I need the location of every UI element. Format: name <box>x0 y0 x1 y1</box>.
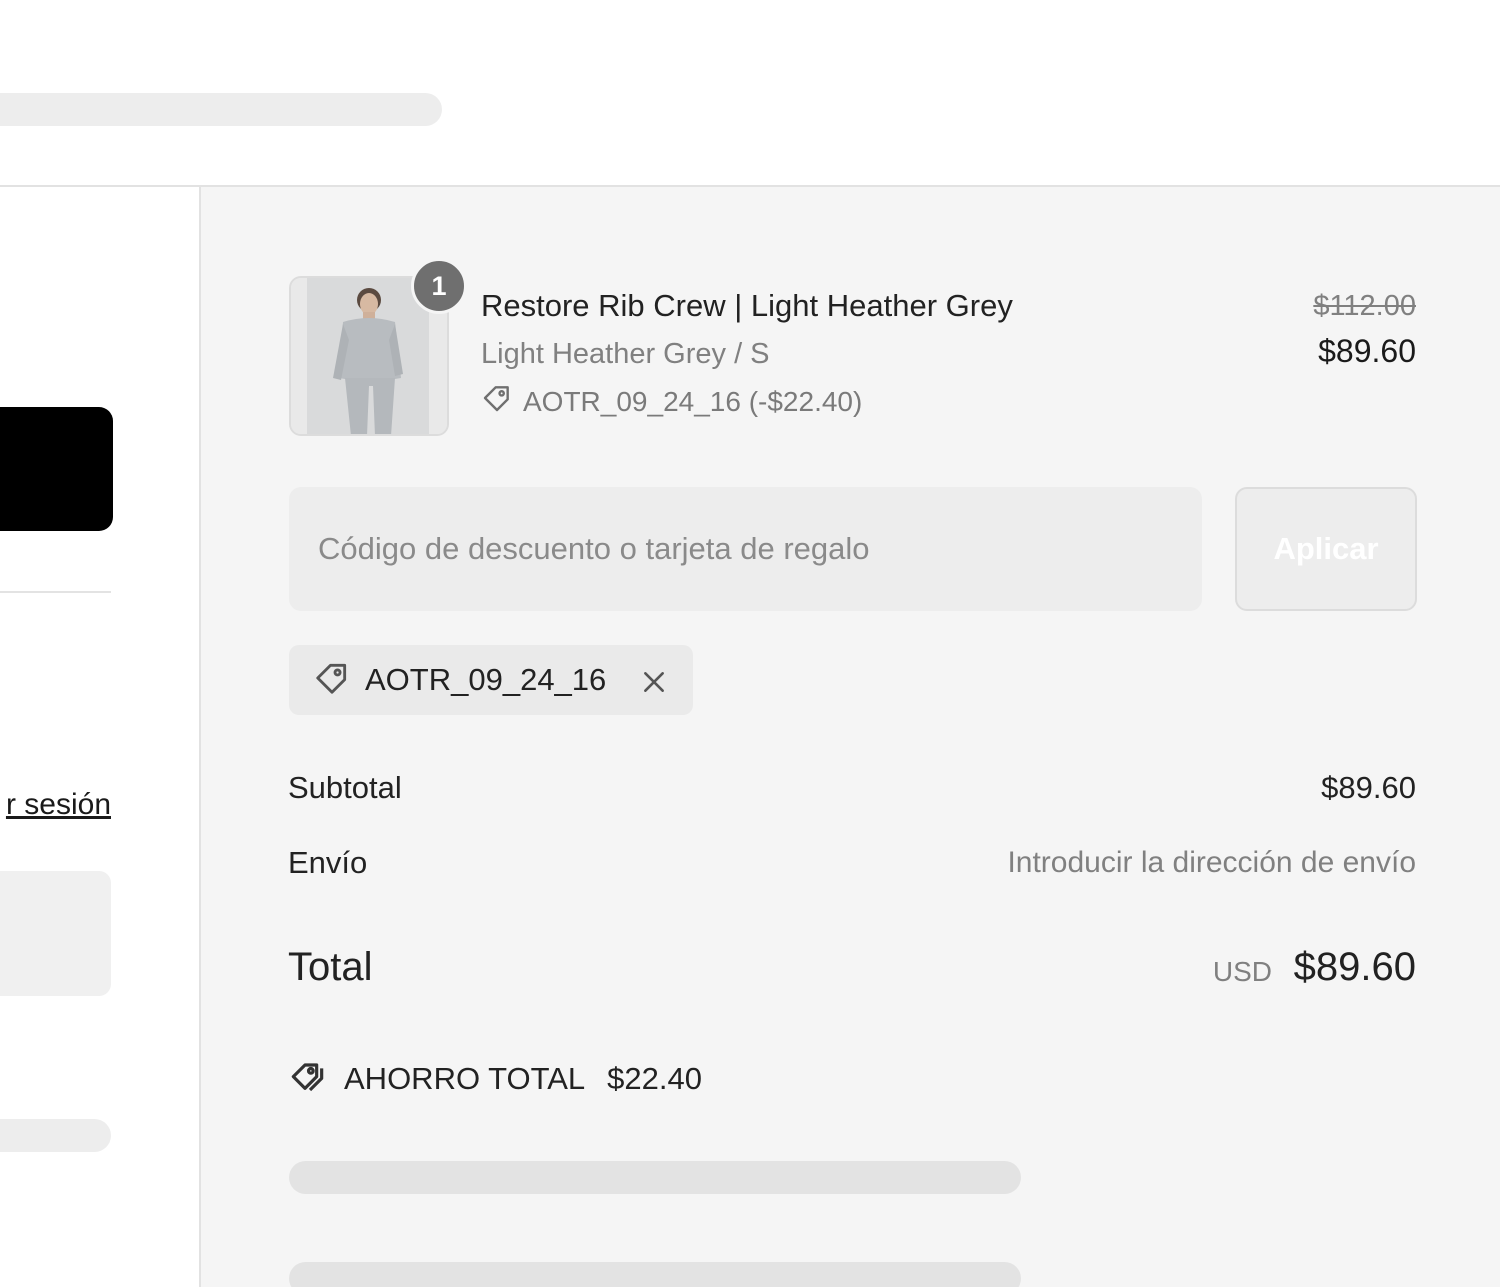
savings-label: AHORRO TOTAL <box>344 1061 586 1096</box>
subtotal-value: $89.60 <box>1321 770 1416 805</box>
product-name: Restore Rib Crew | Light Heather Grey <box>481 288 1013 323</box>
express-checkout-button[interactable] <box>0 407 113 531</box>
savings-amount: $22.40 <box>607 1061 702 1096</box>
form-skeleton-bar <box>0 1119 111 1152</box>
close-icon[interactable] <box>637 665 671 699</box>
discount-code-input[interactable] <box>289 487 1202 611</box>
summary-skeleton-bar <box>289 1262 1021 1287</box>
total-currency: USD <box>1212 956 1272 987</box>
shipping-label: Envío <box>288 845 368 880</box>
product-discount-text: AOTR_09_24_16 (-$22.40) <box>523 385 863 417</box>
total-amount: $89.60 <box>1293 945 1416 989</box>
product-variant: Light Heather Grey / S <box>481 338 770 370</box>
quantity-badge: 1 <box>411 258 467 314</box>
applied-discount-chip: AOTR_09_24_16 <box>289 645 693 715</box>
subtotal-label: Subtotal <box>288 770 402 805</box>
discounted-price: $89.60 <box>1318 333 1416 369</box>
product-discount-line: AOTR_09_24_16 (-$22.40) <box>481 382 862 421</box>
contact-field[interactable] <box>0 871 111 996</box>
total-savings: AHORRO TOTAL $22.40 <box>290 1055 702 1103</box>
header-skeleton-bar <box>0 93 442 126</box>
applied-code-label: AOTR_09_24_16 <box>365 662 607 697</box>
tag-icon <box>481 382 513 421</box>
form-divider <box>0 591 111 593</box>
apply-discount-button[interactable]: Aplicar <box>1235 487 1417 611</box>
original-price: $112.00 <box>1313 290 1416 322</box>
total-label: Total <box>288 945 373 989</box>
shipping-value: Introducir la dirección de envío <box>1007 846 1416 879</box>
tag-icon <box>313 659 351 702</box>
login-link[interactable]: r sesión <box>0 788 111 822</box>
summary-skeleton-bar <box>289 1161 1021 1194</box>
savings-tag-icon <box>290 1055 330 1103</box>
